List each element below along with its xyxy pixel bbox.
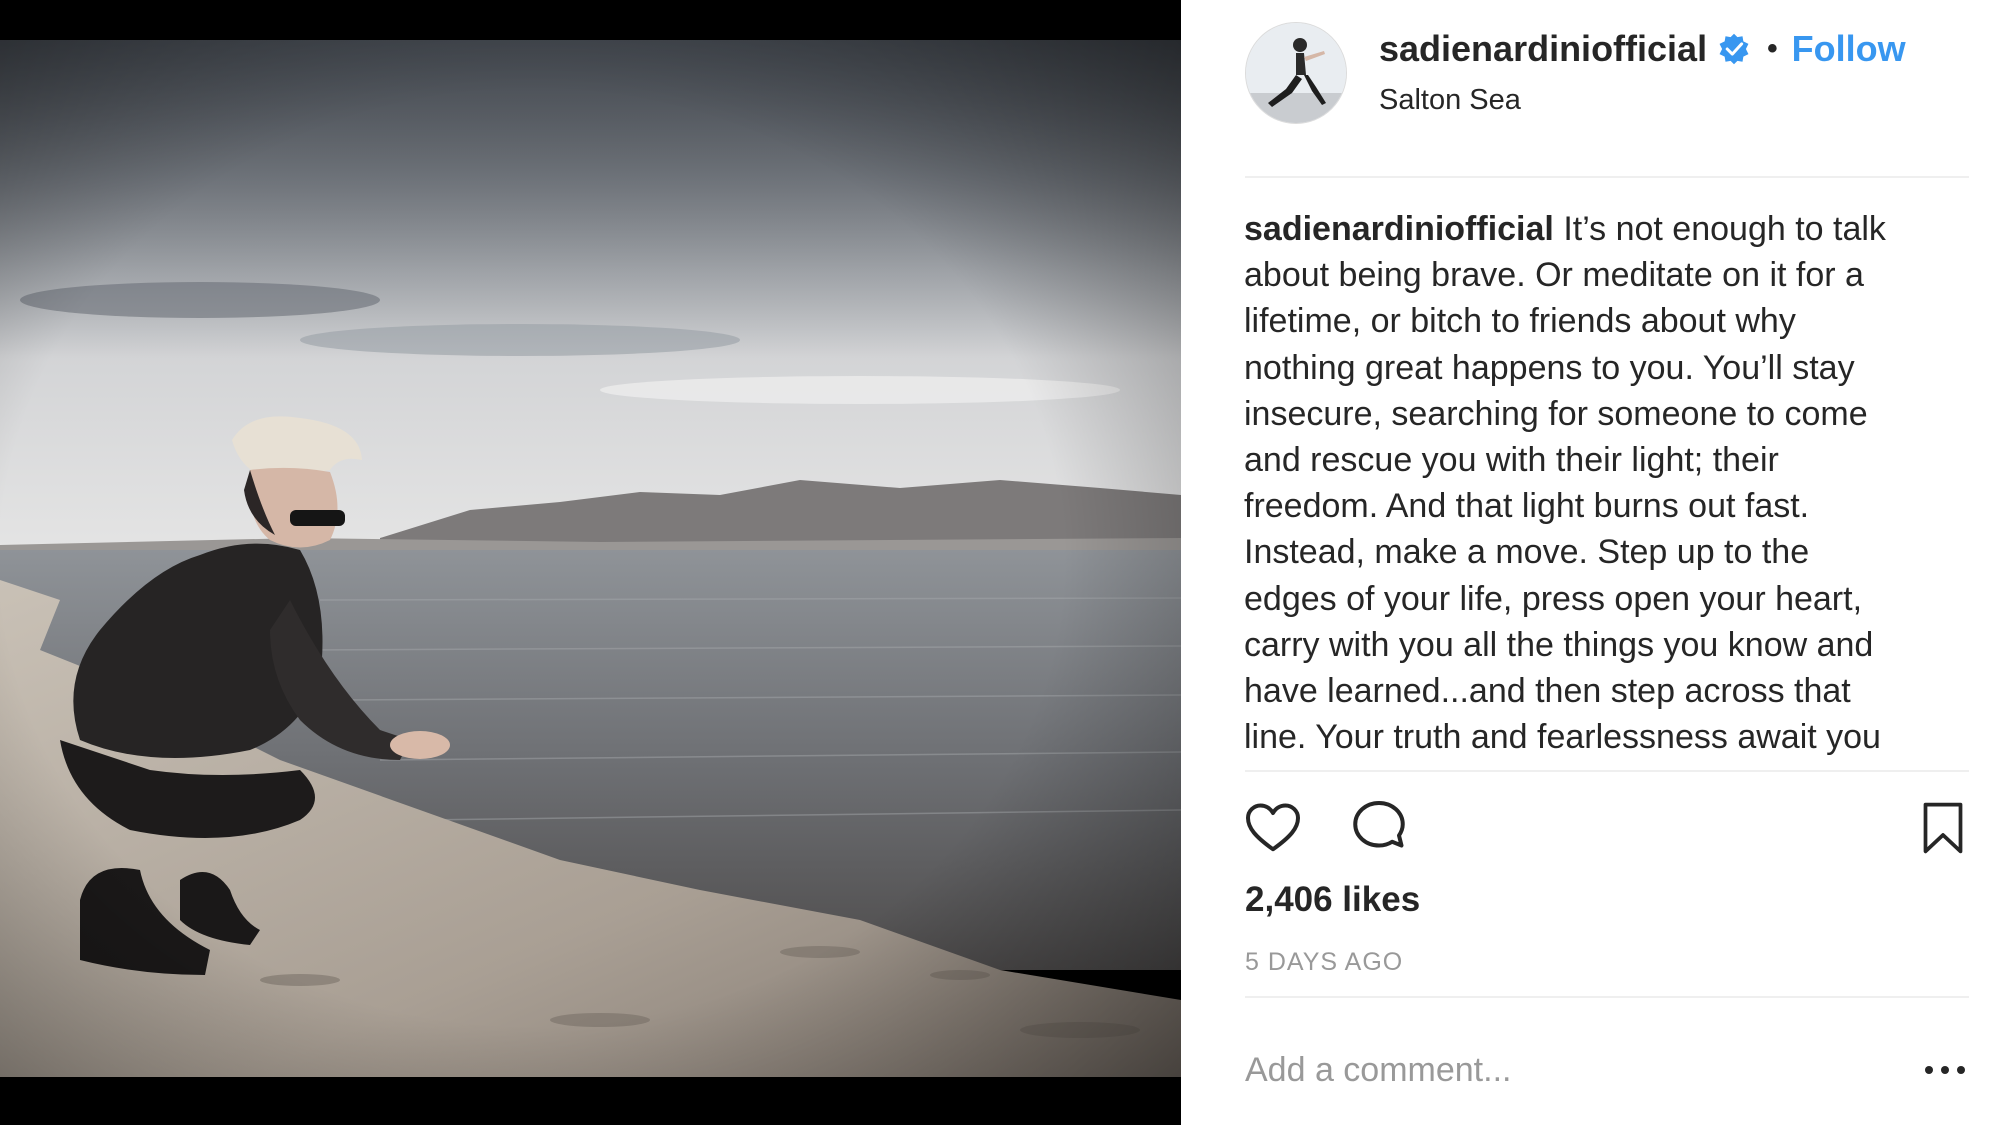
caption-line: have learned...and then step across that: [1244, 672, 1851, 711]
post-sidebar: sadienardiniofficial • Follow Salton Sea…: [1181, 0, 2000, 1125]
caption-line: Instead, make a move. Step up to the: [1244, 533, 1810, 572]
caption-line: about being brave. Or meditate on it for…: [1244, 256, 1864, 295]
post-photo-image: [0, 40, 1181, 1077]
bookmark-icon: [1923, 802, 1963, 854]
more-dot: [1925, 1066, 1933, 1074]
caption-line: freedom. And that light burns out fast.: [1244, 487, 1810, 526]
likes-count[interactable]: 2,406 likes: [1245, 880, 1420, 920]
comment-divider: [1245, 996, 1969, 998]
save-button[interactable]: [1913, 798, 1973, 858]
header-divider: [1245, 176, 1969, 178]
follow-button[interactable]: Follow: [1792, 28, 1906, 70]
more-dot: [1957, 1066, 1965, 1074]
caption-line: lifetime, or bitch to friends about why: [1244, 302, 1796, 341]
caption-line: insecure, searching for someone to come: [1244, 394, 1868, 433]
location-link[interactable]: Salton Sea: [1379, 84, 1521, 117]
caption-line: line. Your truth and fearlessness await …: [1244, 718, 1881, 757]
caption-line: nothing great happens to you. You’ll sta…: [1244, 348, 1855, 387]
avatar-image: [1246, 23, 1346, 123]
comment-bubble-icon: [1353, 801, 1405, 848]
caption-line: edges of your life, press open your hear…: [1244, 579, 1863, 618]
caption-username-link[interactable]: sadienardiniofficial: [1244, 210, 1554, 248]
post-photo[interactable]: [0, 40, 1181, 1077]
caption-line: and rescue you with their light; their: [1244, 441, 1779, 480]
like-button[interactable]: [1243, 798, 1303, 858]
caption-line: sadienardiniofficial It’s not enough to …: [1244, 206, 1984, 252]
verified-badge-icon: [1717, 32, 1751, 66]
more-options-icon[interactable]: [1925, 1056, 1965, 1084]
post-media-panel: [0, 0, 1181, 1125]
comment-row: [1245, 1040, 1969, 1100]
caption-divider: [1245, 770, 1969, 772]
username-link[interactable]: sadienardiniofficial: [1379, 28, 1707, 70]
more-dot: [1941, 1066, 1949, 1074]
action-bar: [1245, 798, 1969, 862]
separator-dot: •: [1767, 32, 1778, 65]
user-row: sadienardiniofficial • Follow: [1379, 28, 1906, 70]
heart-icon: [1246, 803, 1300, 852]
post-timestamp[interactable]: 5 DAYS AGO: [1245, 948, 1403, 977]
comment-input[interactable]: [1245, 1040, 1885, 1100]
caption-text: It’s not enough to talk: [1563, 210, 1886, 248]
avatar[interactable]: [1245, 22, 1347, 124]
post-caption: sadienardiniofficial It’s not enough to …: [1244, 206, 1984, 760]
caption-line: carry with you all the things you know a…: [1244, 625, 1874, 664]
comment-button[interactable]: [1349, 798, 1409, 858]
post-header: sadienardiniofficial • Follow Salton Sea: [1245, 22, 1965, 128]
